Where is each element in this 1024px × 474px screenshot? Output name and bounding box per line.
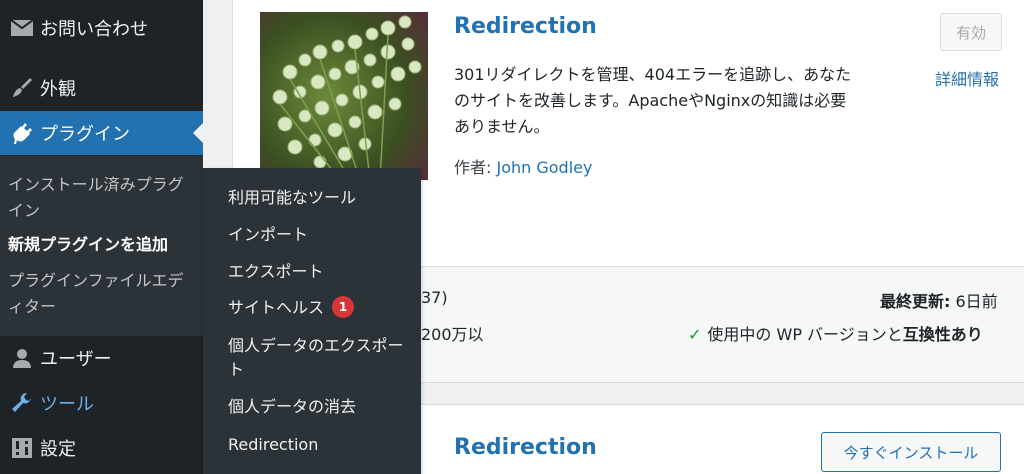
- site-health-badge: 1: [332, 295, 355, 318]
- flyout-erase-personal-data[interactable]: 個人データの消去: [228, 395, 413, 419]
- plugin-thumbnail: [260, 12, 428, 180]
- menu-tools-label: ツール: [40, 394, 94, 415]
- wrench-icon: [0, 392, 40, 414]
- menu-tools[interactable]: ツール: [0, 381, 203, 425]
- tools-flyout-menu: 利用可能なツール インポート エクスポート サイトヘルス 1 個人データのエクスポ…: [203, 168, 421, 474]
- rating-count: 37): [421, 288, 448, 307]
- plugin-name-link[interactable]: Redirection: [454, 14, 597, 39]
- author-link[interactable]: John Godley: [496, 158, 592, 177]
- menu-settings[interactable]: 設定: [0, 426, 203, 470]
- active-installs: 200万以: [421, 325, 484, 344]
- admin-sidebar: お問い合わせ 外観 プラグイン インストール済みプラグイン 新規プラグインを追加…: [0, 0, 203, 474]
- author-label: 作者:: [454, 158, 497, 177]
- menu-contact[interactable]: お問い合わせ: [0, 6, 203, 50]
- plugin-icon: [0, 122, 40, 144]
- menu-users[interactable]: ユーザー: [0, 336, 203, 380]
- flyout-redirection[interactable]: Redirection: [228, 433, 413, 457]
- menu-appearance[interactable]: 外観: [0, 66, 203, 110]
- menu-appearance-label: 外観: [40, 79, 76, 100]
- user-icon: [0, 347, 40, 369]
- submenu-add-new-plugin[interactable]: 新規プラグインを追加: [8, 232, 193, 258]
- last-updated: 最終更新: 6日前: [880, 288, 998, 312]
- compatibility-status: ✓ 使用中の WP バージョンと互換性あり: [688, 321, 983, 345]
- settings-icon: [0, 437, 40, 459]
- second-plugin-name-link[interactable]: Redirection: [454, 435, 597, 460]
- activate-button-disabled: 有効: [940, 13, 1002, 51]
- submenu-plugin-editor[interactable]: プラグインファイルエディター: [8, 268, 193, 320]
- last-updated-value: 6日前: [950, 292, 998, 311]
- menu-plugins[interactable]: プラグイン: [0, 111, 203, 155]
- menu-plugins-label: プラグイン: [40, 124, 130, 145]
- menu-users-label: ユーザー: [40, 349, 112, 370]
- compat-strong: 互換性あり: [902, 325, 983, 344]
- flyout-available-tools[interactable]: 利用可能なツール: [228, 186, 413, 210]
- last-updated-label: 最終更新:: [880, 292, 951, 311]
- site-health-label: サイトヘルス: [228, 298, 325, 317]
- flyout-export-personal-data[interactable]: 個人データのエクスポート: [228, 334, 413, 382]
- install-now-button[interactable]: 今すぐインストール: [821, 432, 1001, 472]
- submenu-installed-plugins[interactable]: インストール済みプラグイン: [8, 172, 193, 224]
- mail-icon: [0, 20, 40, 36]
- paintbrush-icon: [0, 77, 40, 99]
- plugins-submenu: インストール済みプラグイン 新規プラグインを追加 プラグインファイルエディター: [0, 156, 203, 336]
- compat-prefix: 使用中の WP バージョンと: [707, 325, 903, 344]
- plugin-author: 作者: John Godley: [454, 154, 592, 178]
- flyout-export[interactable]: エクスポート: [228, 260, 413, 284]
- menu-settings-label: 設定: [40, 439, 76, 460]
- menu-contact-label: お問い合わせ: [40, 19, 148, 40]
- more-details-link[interactable]: 詳細情報: [935, 66, 999, 90]
- checkmark-icon: ✓: [688, 325, 702, 344]
- flyout-site-health[interactable]: サイトヘルス 1: [228, 295, 413, 320]
- flyout-import[interactable]: インポート: [228, 223, 413, 247]
- plugin-description: 301リダイレクトを管理、404エラーを追跡し、あなたのサイトを改善します。Ap…: [454, 65, 852, 136]
- active-indicator-arrow: [193, 123, 203, 143]
